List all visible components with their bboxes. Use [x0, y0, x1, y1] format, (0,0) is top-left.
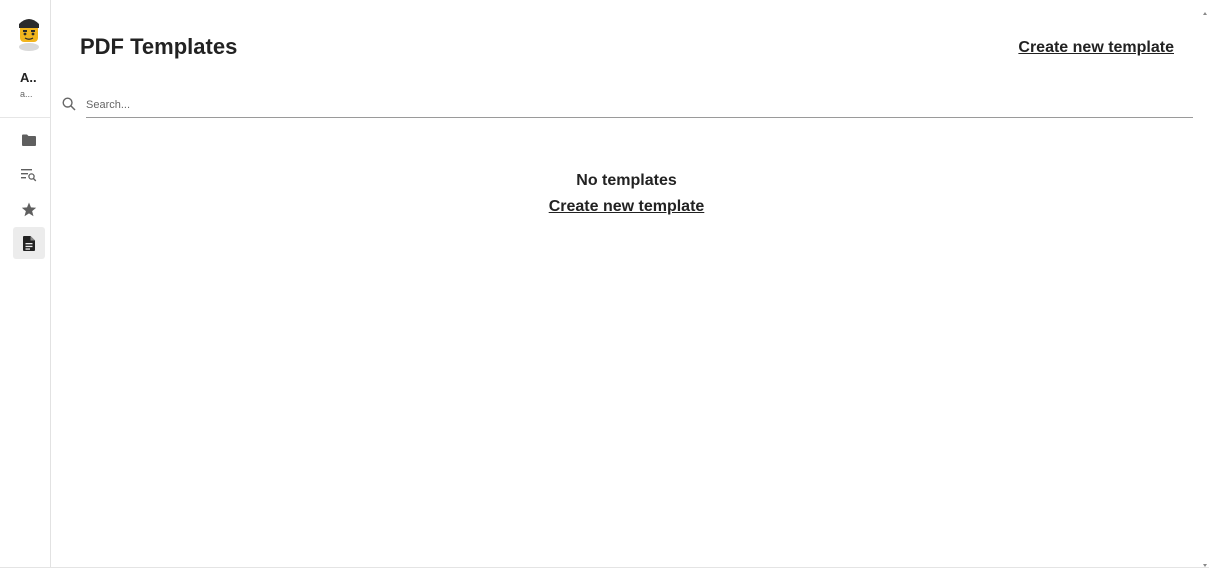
search-icon [62, 97, 76, 111]
sidebar-divider [0, 117, 50, 118]
sidebar-item-pdf-templates[interactable] [13, 227, 45, 259]
create-template-link[interactable]: Create new template [549, 198, 705, 216]
scroll-up-arrow-icon[interactable] [1203, 12, 1207, 15]
sidebar-item-filters[interactable] [13, 159, 45, 191]
avatar-icon [19, 19, 39, 51]
user-name: A.. [20, 70, 37, 85]
sidebar: A.. a... [0, 0, 51, 567]
empty-state: No templates Create new template [51, 172, 1202, 216]
search-bar [62, 93, 1193, 119]
vertical-scrollbar[interactable] [1202, 0, 1209, 570]
search-input[interactable] [86, 93, 1193, 118]
bottom-divider [0, 567, 1209, 568]
star-icon [21, 202, 37, 216]
sidebar-item-folders[interactable] [13, 124, 45, 156]
folder-icon [22, 134, 36, 146]
empty-state-title: No templates [576, 172, 677, 189]
create-template-link-header[interactable]: Create new template [1018, 39, 1174, 57]
app-window: A.. a... PDF Templates Create new templa… [0, 0, 1209, 570]
page-title: PDF Templates [80, 34, 238, 59]
user-email: a... [20, 89, 33, 99]
sidebar-item-favorites[interactable] [13, 193, 45, 225]
user-avatar[interactable] [13, 14, 45, 54]
filter-search-icon [21, 169, 37, 182]
document-icon [23, 235, 35, 251]
